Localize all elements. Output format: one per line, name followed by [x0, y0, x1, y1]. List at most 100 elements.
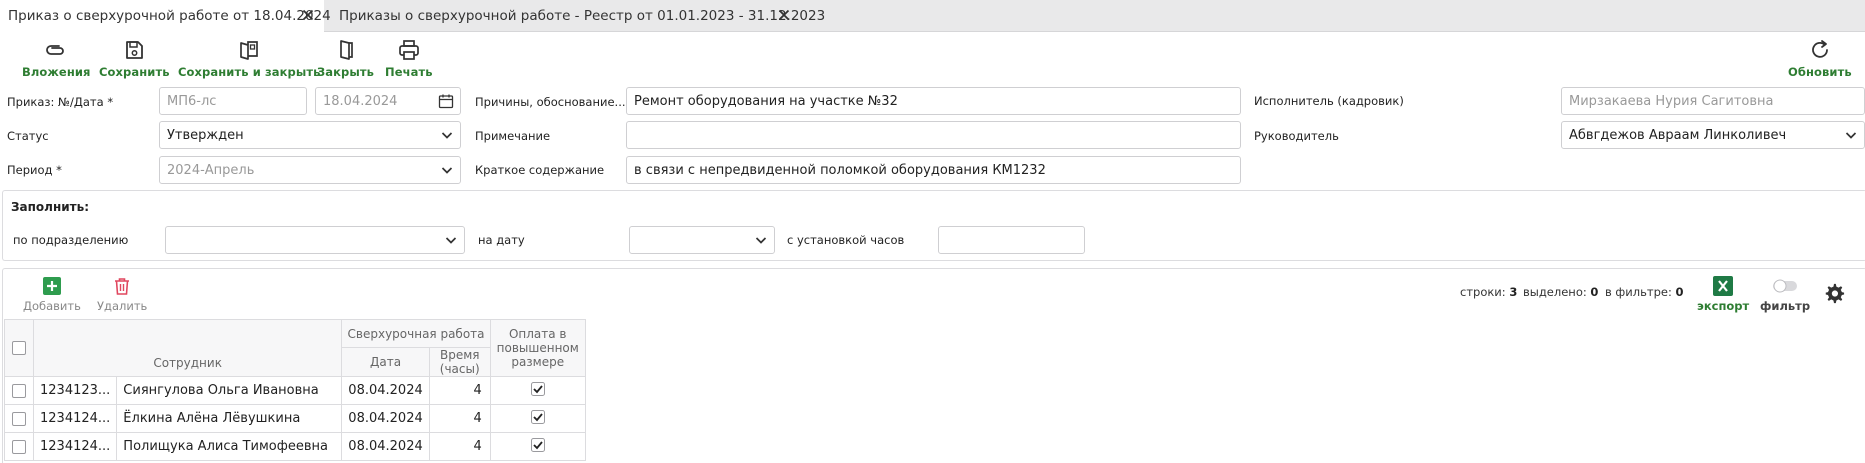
refresh-label: Обновить	[1788, 65, 1852, 79]
save-and-close-button[interactable]: Сохранить и закрыть	[178, 38, 320, 79]
filtered-count: в фильтре: 0	[1605, 285, 1684, 299]
on-date-label: на дату	[478, 233, 525, 247]
rows-count: строки: 3	[1460, 285, 1517, 299]
overtime-date-cell[interactable]: 08.04.2024	[341, 376, 430, 405]
status-value: Утвержден	[167, 127, 244, 143]
delete-row-button[interactable]: Удалить	[97, 276, 147, 313]
select-all-checkbox[interactable]	[12, 341, 26, 356]
employee-id-cell[interactable]: 1234123...	[32, 376, 118, 405]
fill-date-select[interactable]	[629, 226, 775, 254]
calendar-icon[interactable]	[438, 93, 454, 109]
check-icon[interactable]	[530, 437, 545, 452]
table-row[interactable]: 1234124... Ёлкина Алёна Лёвушкина 08.04.20…	[4, 404, 586, 433]
row-select-cell[interactable]	[4, 432, 34, 461]
attachments-button[interactable]: Вложения	[22, 38, 91, 79]
increased-pay-cell[interactable]	[489, 404, 586, 433]
order-date-value: 18.04.2024	[323, 93, 398, 109]
col-hours[interactable]: Время (часы)	[428, 347, 491, 377]
increased-pay-cell[interactable]	[489, 432, 586, 461]
col-date[interactable]: Дата	[341, 347, 430, 377]
select-all-cell	[4, 319, 34, 377]
note-field[interactable]	[626, 121, 1241, 149]
row-select-cell[interactable]	[4, 376, 34, 405]
order-number-field[interactable]: МП6-лс	[159, 87, 307, 115]
filter-toggle[interactable]: фильтр	[1760, 276, 1810, 313]
overtime-hours-cell[interactable]: 4	[428, 432, 491, 461]
overtime-hours-cell[interactable]: 4	[428, 376, 491, 405]
print-button[interactable]: Печать	[385, 38, 433, 79]
status-label: Статус	[7, 129, 49, 143]
selected-count-label: выделено:	[1523, 285, 1587, 299]
overtime-date-cell[interactable]: 08.04.2024	[341, 432, 430, 461]
tab-bar: Приказ о сверхурочной работе от 18.04.20…	[0, 0, 1865, 32]
table-row[interactable]: 1234124... Полищука Алиса Тимофеевна 08.04…	[4, 432, 586, 461]
order-date-field[interactable]: 18.04.2024	[315, 87, 461, 115]
close-icon[interactable]	[300, 7, 316, 23]
filtered-count-label: в фильтре:	[1605, 285, 1672, 299]
status-select[interactable]: Утвержден	[159, 121, 461, 149]
row-checkbox[interactable]	[12, 411, 26, 426]
increased-pay-cell[interactable]	[489, 376, 586, 405]
fill-title: Заполнить:	[11, 200, 89, 214]
selected-count-value: 0	[1590, 285, 1599, 299]
refresh-button[interactable]: Обновить	[1788, 38, 1852, 79]
summary-label: Краткое содержание	[475, 163, 605, 177]
add-row-label: Добавить	[23, 299, 81, 313]
check-icon[interactable]	[530, 381, 545, 396]
hours-field[interactable]	[938, 226, 1085, 254]
period-value: 2024-Апрель	[167, 162, 255, 178]
paperclip-icon	[46, 45, 65, 55]
overtime-hours-cell[interactable]: 4	[428, 404, 491, 433]
export-label: экспорт	[1697, 299, 1750, 313]
period-select[interactable]: 2024-Апрель	[159, 156, 461, 184]
employee-id-cell[interactable]: 1234124...	[32, 404, 118, 433]
employee-name-cell[interactable]: Ёлкина Алёна Лёвушкина	[116, 404, 343, 433]
rows-count-value: 3	[1509, 285, 1518, 299]
attachments-label: Вложения	[22, 65, 91, 79]
employee-name-cell[interactable]: Полищука Алиса Тимофеевна	[116, 432, 343, 461]
save-close-icon	[240, 41, 259, 60]
chevron-down-icon	[441, 132, 453, 139]
close-icon[interactable]	[776, 7, 792, 23]
reasons-label: Причины, обоснование...	[475, 95, 626, 109]
tab-overtime-registry[interactable]: Приказы о сверхурочной работе - Реестр о…	[331, 0, 825, 32]
employee-id-cell[interactable]: 1234124...	[32, 432, 118, 461]
department-select[interactable]	[165, 226, 465, 254]
add-row-button[interactable]: Добавить	[23, 276, 81, 313]
summary-field[interactable]: в связи с непредвиденной поломкой оборуд…	[626, 156, 1241, 184]
col-increased-pay[interactable]: Оплата в повышенном размере	[489, 319, 586, 377]
overtime-date-cell[interactable]: 08.04.2024	[341, 404, 430, 433]
order-label: Приказ: №/Дата *	[7, 95, 114, 109]
tab-overtime-order[interactable]: Приказ о сверхурочной работе от 18.04.20…	[0, 0, 331, 32]
check-icon[interactable]	[530, 409, 545, 424]
floppy-icon	[126, 41, 144, 59]
plus-icon	[42, 277, 61, 295]
toggle-icon	[1773, 279, 1798, 293]
manager-select[interactable]: Абвгдежов Авраам Линколивеч	[1561, 121, 1865, 149]
filtered-count-value: 0	[1675, 285, 1684, 299]
col-employee[interactable]: Сотрудник	[32, 319, 343, 377]
row-checkbox[interactable]	[12, 439, 26, 454]
executor-field[interactable]: Мирзакаева Нурия Сагитовна	[1561, 87, 1865, 115]
door-icon	[339, 40, 353, 60]
note-label: Примечание	[475, 129, 551, 143]
row-checkbox[interactable]	[12, 383, 26, 398]
row-select-cell[interactable]	[4, 404, 34, 433]
close-button[interactable]: Закрыть	[317, 38, 374, 79]
by-department-label: по подразделению	[13, 233, 129, 247]
chevron-down-icon	[441, 167, 453, 174]
save-label: Сохранить	[99, 65, 170, 79]
gear-icon[interactable]	[1823, 282, 1845, 304]
print-label: Печать	[385, 65, 433, 79]
reasons-field[interactable]: Ремонт оборудования на участке №32	[626, 87, 1241, 115]
manager-label: Руководитель	[1254, 129, 1339, 143]
table-row[interactable]: 1234123... Сиянгулова Ольга Ивановна 08.04…	[4, 376, 586, 405]
chevron-down-icon	[445, 237, 457, 244]
save-button[interactable]: Сохранить	[99, 38, 170, 79]
rows-count-label: строки:	[1460, 285, 1506, 299]
export-button[interactable]: экспорт	[1697, 276, 1749, 313]
filter-label: фильтр	[1760, 299, 1811, 313]
excel-icon	[1713, 276, 1734, 296]
employee-name-cell[interactable]: Сиянгулова Ольга Ивановна	[116, 376, 343, 405]
refresh-icon	[1812, 40, 1828, 58]
